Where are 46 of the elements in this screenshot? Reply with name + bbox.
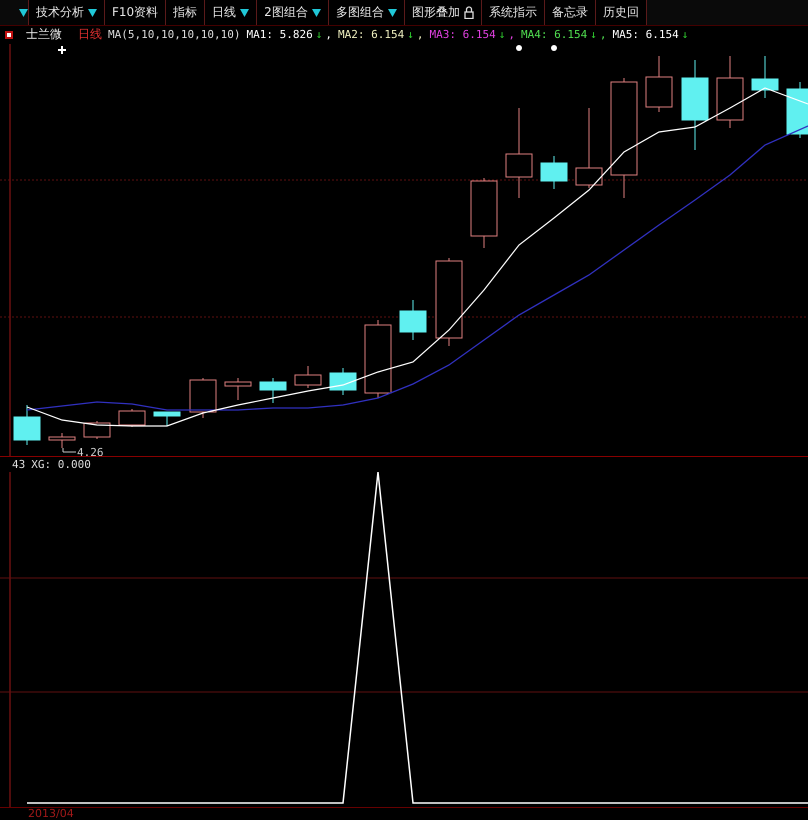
stock-name: 士兰微: [26, 26, 62, 44]
candle: [294, 365, 322, 388]
dropdown-icon[interactable]: [240, 8, 250, 18]
moving-average-reading: MA4: 6.154 ↓ ,: [520, 28, 606, 42]
low-price-arrow: [62, 447, 76, 452]
toolbar-button[interactable]: 备忘录: [544, 0, 596, 26]
candle: [190, 377, 216, 418]
indicator-formula: MA(5,10,10,10,10,10): [108, 28, 240, 42]
toolbar-button[interactable]: 历史回: [596, 0, 647, 26]
dropdown-icon[interactable]: [88, 8, 97, 18]
dropdown-icon[interactable]: [312, 8, 321, 18]
toolbar-button[interactable]: 指标: [166, 0, 206, 26]
moving-average-reading: MA1: 5.826 ↓ ,: [246, 28, 332, 42]
moving-average-reading: MA2: 6.154 ↓ ,: [338, 28, 424, 42]
candle: [470, 177, 498, 248]
candle: [786, 81, 808, 138]
candle: [330, 367, 356, 396]
low-price-label: 4.26: [77, 446, 104, 456]
candle: [48, 432, 76, 448]
plus-marker: [58, 46, 66, 54]
indicator-reading: XG: 0.000: [31, 458, 91, 471]
toolbar-button[interactable]: 2图组合: [257, 0, 329, 26]
candle: [400, 299, 426, 340]
candle: [154, 411, 180, 426]
toolbar-button[interactable]: 日线: [205, 0, 258, 26]
toolbar-button[interactable]: 多图组合: [328, 0, 405, 26]
period-label: 日线: [78, 26, 102, 44]
date-label: 2013/04: [28, 808, 74, 820]
moving-average-reading: MA5: 6.154 ↓: [612, 28, 688, 42]
candle: [84, 420, 110, 440]
candle: [118, 408, 146, 428]
candle: [14, 404, 40, 446]
dropdown-icon[interactable]: [388, 8, 397, 18]
candle: [540, 155, 568, 190]
candle: [224, 377, 252, 400]
toolbar-button[interactable]: 技术分析: [29, 0, 105, 26]
candle: [752, 55, 778, 98]
axis-label: 43: [12, 458, 26, 471]
toolbar-button[interactable]: 系统指示: [482, 0, 545, 26]
candle: [646, 55, 672, 112]
moving-average-reading: MA3: 6.154 ↓ ,: [429, 28, 515, 42]
toolbar-button[interactable]: F10资料: [105, 0, 166, 26]
lock-icon[interactable]: [464, 6, 474, 20]
candle: [260, 377, 286, 404]
stock-mark-icon: [4, 30, 14, 40]
toolbar-button[interactable]: 图形叠加: [404, 0, 482, 26]
